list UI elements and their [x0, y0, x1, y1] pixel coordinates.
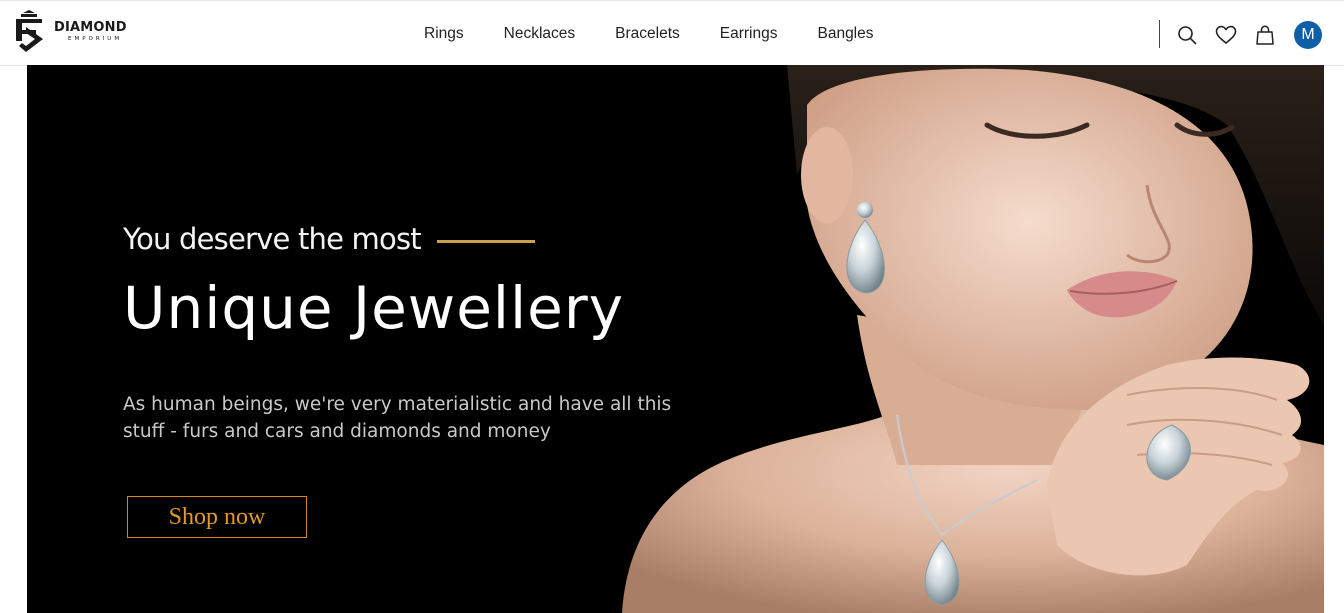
- brand-name: DIAMOND: [54, 20, 127, 36]
- nav-item-rings[interactable]: Rings: [424, 25, 464, 43]
- hero-headline: Unique Jewellery: [123, 274, 625, 342]
- nav-item-bangles[interactable]: Bangles: [817, 25, 873, 43]
- brand-wordmark: DIAMOND EMPORIUM: [54, 21, 127, 43]
- diamond-emporium-logo-icon: [16, 10, 43, 52]
- brand-subtitle: EMPORIUM: [68, 36, 123, 43]
- user-avatar[interactable]: M: [1294, 21, 1322, 49]
- hero-description: As human beings, we're very materialisti…: [123, 394, 672, 442]
- header-divider: [1159, 20, 1160, 48]
- nav-item-earrings[interactable]: Earrings: [720, 25, 778, 43]
- search-icon: [1178, 26, 1197, 45]
- nav-item-necklaces[interactable]: Necklaces: [504, 25, 576, 43]
- main-nav: Rings Necklaces Bracelets Earrings Bangl…: [424, 1, 874, 67]
- wishlist-button[interactable]: [1215, 24, 1237, 46]
- heart-icon: [1215, 25, 1237, 44]
- shopping-bag-icon: [1256, 25, 1274, 45]
- hero-tagline-row: You deserve the most: [123, 222, 535, 256]
- search-button[interactable]: [1176, 24, 1198, 46]
- hero-banner: You deserve the most Unique Jewellery As…: [27, 65, 1324, 613]
- shop-now-button[interactable]: Shop now: [127, 496, 307, 538]
- hero-tagline: You deserve the most: [123, 222, 422, 256]
- nav-item-bracelets[interactable]: Bracelets: [615, 25, 680, 43]
- header-actions: M: [1176, 21, 1322, 49]
- brand-logo[interactable]: DIAMOND EMPORIUM: [12, 9, 127, 55]
- cart-button[interactable]: [1254, 24, 1276, 46]
- top-navigation-bar: DIAMOND EMPORIUM Rings Necklaces Bracele…: [0, 0, 1344, 66]
- tagline-accent-line: [436, 239, 535, 243]
